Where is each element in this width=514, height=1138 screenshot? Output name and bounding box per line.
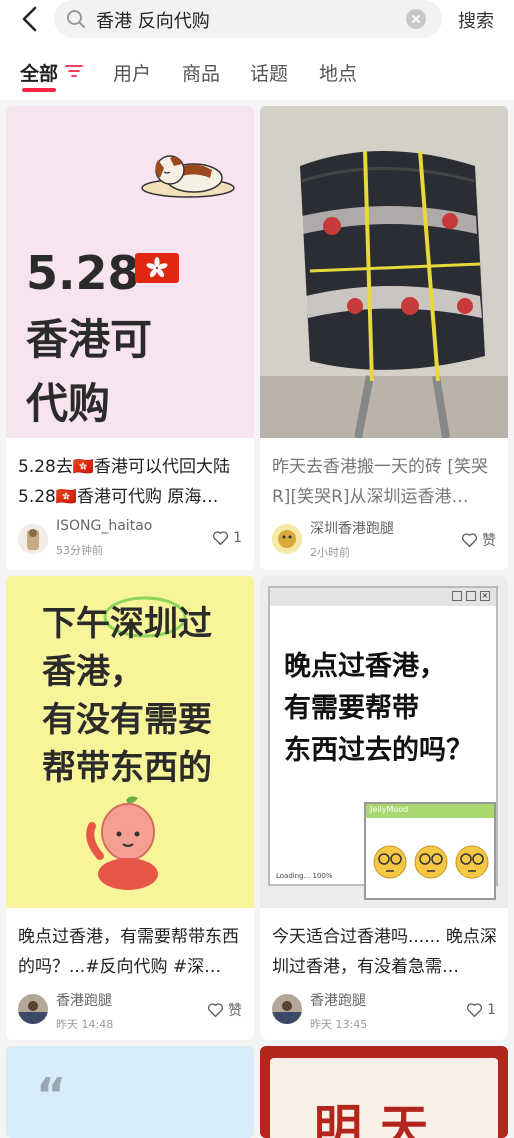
emoji-faces bbox=[373, 845, 489, 879]
note-title: 昨天去香港搬一天的砖 [笑哭R][笑哭R]从深圳运香港… bbox=[272, 457, 489, 507]
like-button[interactable]: 1 bbox=[212, 530, 242, 546]
note-cover bbox=[260, 106, 508, 439]
post-time: 昨天 13:45 bbox=[310, 1018, 368, 1031]
author-name[interactable]: 深圳香港跑腿 bbox=[310, 518, 394, 538]
tab-users[interactable]: 用户 bbox=[113, 59, 151, 86]
note-title: 晚点过香港，有需要帮带东西的吗？...#反向代购 #深… bbox=[18, 927, 239, 977]
clear-icon[interactable] bbox=[406, 9, 426, 29]
author-name[interactable]: 香港跑腿 bbox=[310, 990, 366, 1010]
cover-line: 明天 bbox=[314, 1100, 447, 1138]
search-icon bbox=[67, 10, 85, 28]
note-card[interactable]: 昨天去香港搬一天的砖 [笑哭R][笑哭R]从深圳运香港… 深圳香港跑腿 2小时前… bbox=[260, 106, 508, 570]
avatar[interactable] bbox=[272, 994, 302, 1024]
tab-topics[interactable]: 话题 bbox=[250, 59, 288, 86]
note-cover: × Loading... 100% 晚点过香港， 有需要帮带 东西过去的吗？ J… bbox=[260, 576, 508, 908]
avatar[interactable] bbox=[272, 524, 302, 554]
wrapped-package-photo bbox=[260, 106, 508, 439]
note-title: 5.28去🇭🇰香港可以代回大陆 5.28🇭🇰香港可代购 原海… bbox=[18, 457, 231, 507]
jellymood-title: JellyMood bbox=[370, 805, 409, 814]
post-time: 2小时前 bbox=[310, 546, 350, 559]
cover-line: 晚点过香港， bbox=[284, 651, 446, 682]
note-feed: 5.28 香港可 代购 5.28去🇭🇰香港可以代回大陆 5.28🇭🇰香港可代购 … bbox=[0, 100, 514, 1138]
tab-products[interactable]: 商品 bbox=[182, 59, 220, 86]
like-count: 1 bbox=[487, 1002, 496, 1018]
note-card[interactable]: 下午深圳过 香港， 有没有需要 帮带东西的 晚点过香港，有需要帮带东西的吗？..… bbox=[6, 576, 254, 1040]
note-cover: 下午深圳过 香港， 有没有需要 帮带东西的 bbox=[6, 576, 254, 908]
cover-line: 5.28 bbox=[26, 246, 140, 300]
like-count: 赞 bbox=[482, 533, 496, 549]
like-button[interactable]: 1 bbox=[466, 1002, 496, 1018]
cover-line: 香港， bbox=[42, 652, 144, 692]
filter-icon[interactable] bbox=[65, 63, 83, 79]
cover-line: 有需要帮带 bbox=[284, 693, 419, 724]
note-cover: “ bbox=[6, 1046, 254, 1138]
note-card[interactable]: 5.28 香港可 代购 5.28去🇭🇰香港可以代回大陆 5.28🇭🇰香港可代购 … bbox=[6, 106, 254, 570]
top-bar: 香港 反向代购 搜索 bbox=[0, 0, 514, 44]
active-tab-indicator bbox=[22, 88, 56, 92]
back-arrow-icon[interactable] bbox=[18, 6, 44, 32]
search-button[interactable]: 搜索 bbox=[458, 7, 494, 33]
heart-icon bbox=[207, 1003, 224, 1018]
avatar[interactable] bbox=[18, 994, 48, 1024]
post-time: 昨天 14:48 bbox=[56, 1018, 114, 1031]
note-cover: 明天 bbox=[260, 1046, 508, 1138]
like-button[interactable]: 赞 bbox=[207, 1000, 242, 1020]
fake-window-titlebar: × bbox=[270, 588, 496, 606]
like-button[interactable]: 赞 bbox=[461, 530, 496, 550]
author-name[interactable]: 香港跑腿 bbox=[56, 990, 112, 1010]
jellymood-window: JellyMood bbox=[364, 802, 496, 900]
note-card[interactable]: 明天 bbox=[260, 1046, 508, 1138]
jellymood-titlebar: JellyMood bbox=[366, 804, 494, 818]
heart-icon bbox=[461, 533, 478, 548]
note-card[interactable]: “ bbox=[6, 1046, 254, 1138]
search-box[interactable]: 香港 反向代购 bbox=[54, 0, 442, 38]
heart-icon bbox=[467, 1003, 483, 1018]
hk-flag-icon bbox=[135, 253, 179, 283]
cover-line: 香港可 bbox=[26, 315, 153, 364]
cover-line: 帮带东西的 bbox=[42, 748, 212, 788]
tab-places[interactable]: 地点 bbox=[319, 59, 357, 86]
author-name[interactable]: ISONG_haitao bbox=[56, 518, 152, 534]
cover-line: 东西过去的吗？ bbox=[284, 735, 473, 766]
note-title: 今天适合过香港吗...... 晚点深圳过香港，有没着急需… bbox=[272, 927, 497, 977]
tab-all[interactable]: 全部 bbox=[20, 59, 58, 86]
note-card[interactable]: × Loading... 100% 晚点过香港， 有需要帮带 东西过去的吗？ J… bbox=[260, 576, 508, 1040]
like-count: 赞 bbox=[228, 1003, 242, 1019]
peach-mascot-illustration bbox=[86, 796, 158, 890]
search-tabs: 全部 用户 商品 话题 地点 bbox=[0, 44, 514, 100]
like-count: 1 bbox=[233, 530, 242, 546]
cover-line: 下午深圳过 bbox=[42, 604, 212, 644]
loading-text: Loading... 100% bbox=[276, 872, 333, 880]
heart-icon bbox=[213, 531, 229, 546]
note-cover: 5.28 香港可 代购 bbox=[6, 106, 254, 438]
cover-line: 代购 bbox=[26, 379, 111, 428]
post-time: 53分钟前 bbox=[56, 544, 103, 557]
quote-mark: “ bbox=[36, 1068, 67, 1122]
avatar[interactable] bbox=[18, 524, 48, 554]
search-input[interactable]: 香港 反向代购 bbox=[96, 7, 210, 33]
cover-line: 有没有需要 bbox=[42, 700, 212, 740]
sleeping-dog-illustration bbox=[141, 155, 235, 198]
